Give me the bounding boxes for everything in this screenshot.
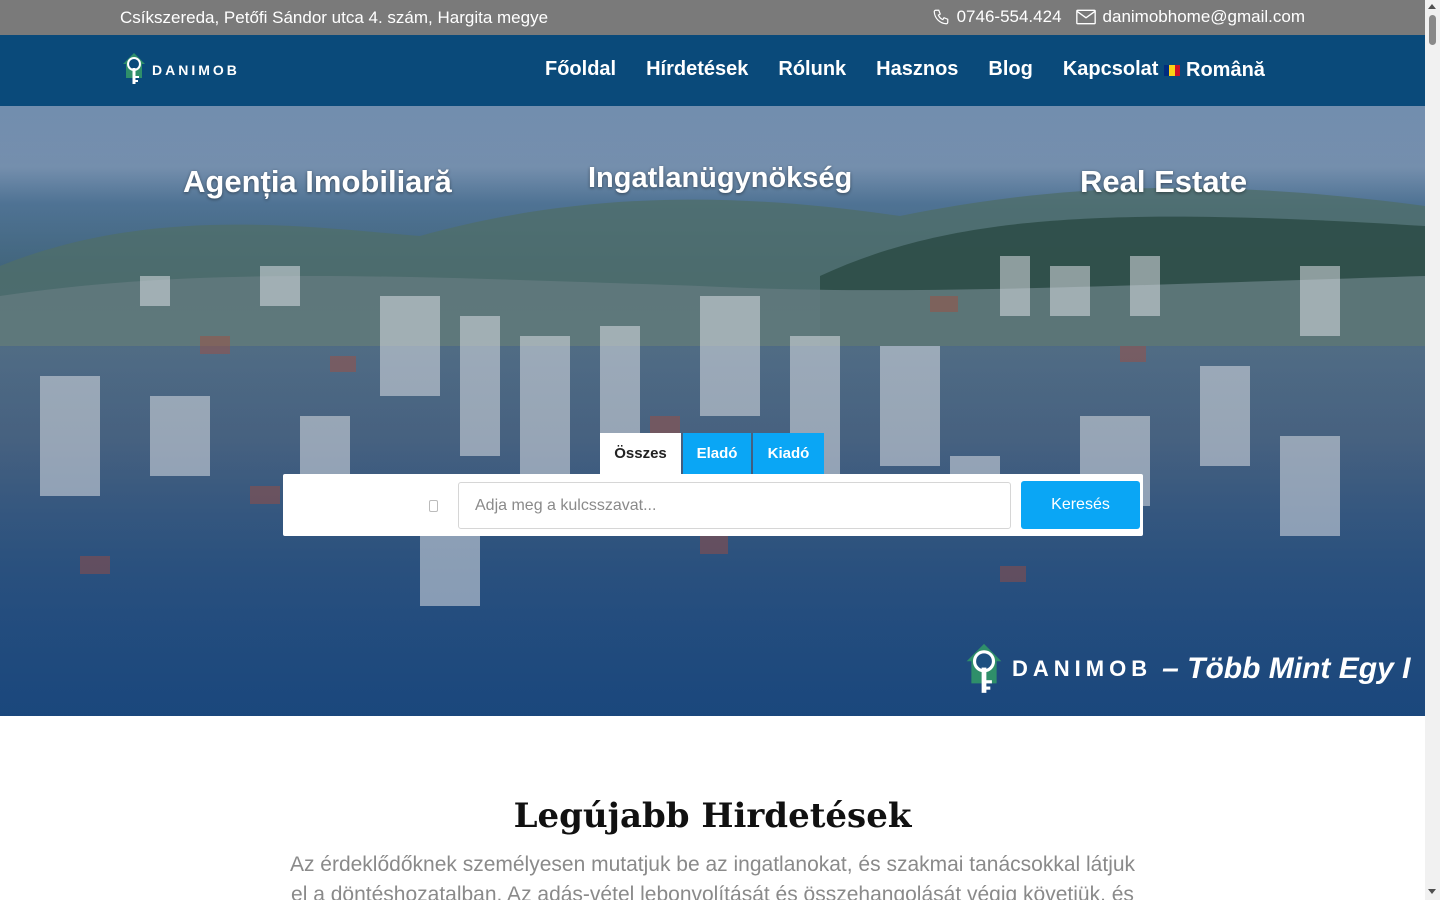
contact-info: 0746-554.424 danimobhome@gmail.com	[932, 7, 1305, 27]
hero-banner: Agenția Imobiliară Ingatlanügynökség Rea…	[0, 106, 1425, 716]
top-info-bar: Csíkszereda, Petőfi Sándor utca 4. szám,…	[0, 0, 1425, 35]
latest-listings-title: Legújabb Hirdetések	[513, 796, 912, 836]
page-scrollbar[interactable]	[1425, 0, 1440, 900]
site-logo[interactable]: DANIMOB	[120, 48, 240, 91]
language-label: Română	[1186, 59, 1265, 81]
nav-item-fooldal[interactable]: Főoldal	[545, 58, 616, 81]
keyword-search-input[interactable]	[458, 482, 1011, 529]
marquee-slogan: – Több Mint Egy I	[1162, 651, 1411, 685]
tab-elado[interactable]: Eladó	[683, 433, 751, 474]
email-address: danimobhome@gmail.com	[1102, 7, 1305, 26]
romania-flag-icon	[1164, 65, 1180, 76]
brand-marquee: DANIMOB – Több Mint Egy I	[960, 636, 1410, 701]
phone-number: 0746-554.424	[956, 7, 1062, 26]
select-placeholder-icon	[429, 500, 438, 512]
logo-text: DANIMOB	[152, 61, 240, 78]
nav-item-blog[interactable]: Blog	[988, 58, 1032, 81]
nav-item-kapcsolat[interactable]: Kapcsolat	[1063, 58, 1159, 81]
latest-listings-description: Az érdeklődőknek személyesen mutatjuk be…	[289, 853, 1136, 900]
marquee-logo-text: DANIMOB	[1012, 655, 1153, 681]
main-menu: Főoldal Hírdetések Rólunk Hasznos Blog K…	[545, 58, 1158, 81]
nav-item-hirdetesek[interactable]: Hírdetések	[646, 58, 748, 81]
search-tabs: Összes Eladó Kiadó	[600, 433, 824, 474]
hero-title-hungarian: Ingatlanügynökség	[588, 162, 853, 194]
nav-item-rolunk[interactable]: Rólunk	[778, 58, 846, 81]
language-switcher[interactable]: Română	[1164, 59, 1265, 82]
phone-icon	[932, 8, 950, 26]
scroll-down-arrow-icon[interactable]	[1428, 889, 1436, 894]
scrollbar-thumb[interactable]	[1429, 15, 1436, 45]
phone-link[interactable]: 0746-554.424	[932, 7, 1062, 27]
tab-osszes[interactable]: Összes	[600, 433, 681, 474]
search-button[interactable]: Keresés	[1021, 481, 1140, 529]
hero-title-romanian: Agenția Imobiliară	[183, 164, 452, 199]
tab-kiado[interactable]: Kiadó	[753, 433, 824, 474]
house-key-icon	[120, 48, 148, 91]
address-text: Csíkszereda, Petőfi Sándor utca 4. szám,…	[120, 8, 549, 27]
category-select[interactable]	[283, 474, 453, 536]
page: Csíkszereda, Petőfi Sándor utca 4. szám,…	[0, 0, 1425, 900]
mail-icon	[1075, 9, 1096, 25]
nav-item-hasznos[interactable]: Hasznos	[876, 58, 958, 81]
house-key-icon	[960, 636, 1008, 701]
main-navbar: DANIMOB Főoldal Hírdetések Rólunk Haszno…	[0, 35, 1425, 106]
email-link[interactable]: danimobhome@gmail.com	[1075, 7, 1305, 27]
search-form: Keresés	[283, 474, 1143, 536]
hero-title-english: Real Estate	[1080, 164, 1248, 199]
scroll-up-arrow-icon[interactable]	[1428, 4, 1436, 9]
